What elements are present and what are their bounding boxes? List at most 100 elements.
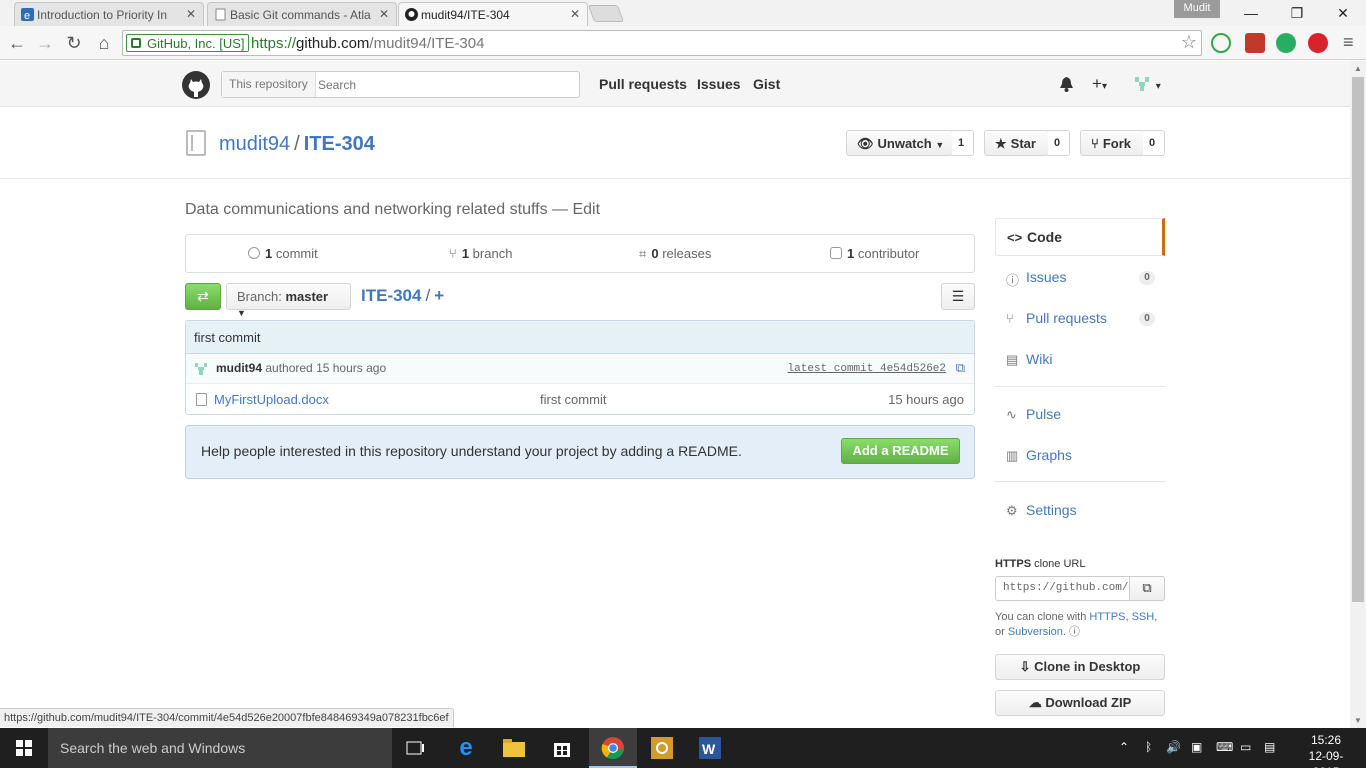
chrome-app-icon[interactable] xyxy=(589,728,637,768)
windows-start-icon[interactable] xyxy=(0,728,48,768)
repo-search[interactable]: This repository xyxy=(221,71,580,98)
scrollbar-thumb[interactable] xyxy=(1352,77,1364,602)
new-tab-button[interactable] xyxy=(587,5,625,22)
help-icon[interactable]: ⓘ xyxy=(1069,626,1080,638)
sidebar-item-graphs[interactable]: ▥ Graphs xyxy=(995,437,1165,475)
add-file-icon[interactable]: + xyxy=(434,286,444,305)
task-view-icon[interactable] xyxy=(392,728,440,768)
commit-title[interactable]: first commit xyxy=(186,321,974,354)
reload-icon[interactable]: ↻ xyxy=(63,32,85,54)
clone-or-text: or xyxy=(995,626,1005,638)
store-icon[interactable] xyxy=(538,728,586,768)
clone-url-input[interactable]: https://github.com/mudit94/ITE-304.git xyxy=(995,576,1130,601)
word-app-icon[interactable]: W xyxy=(686,728,734,768)
compare-button[interactable]: ⇄ xyxy=(185,283,221,310)
branch-select[interactable]: Branch: master ▼ xyxy=(226,283,351,318)
minimize-icon[interactable]: — xyxy=(1228,0,1274,26)
sidebar-item-label: Wiki xyxy=(1026,351,1053,367)
network-icon[interactable]: ▣ xyxy=(1191,740,1202,754)
file-explorer-icon[interactable] xyxy=(490,728,538,768)
author-avatar[interactable] xyxy=(194,361,208,375)
clone-https-link[interactable]: HTTPS xyxy=(1089,611,1125,623)
sidebar-item-settings[interactable]: ⚙ Settings xyxy=(995,492,1165,530)
releases-link[interactable]: ⌗ 0 releases xyxy=(639,246,711,262)
create-new-plus-icon[interactable]: +▾ xyxy=(1092,74,1107,94)
windows-search-box[interactable]: Search the web and Windows xyxy=(48,728,392,768)
nav-pull-requests[interactable]: Pull requests xyxy=(599,76,687,92)
copy-clone-url-button[interactable]: ⧉ xyxy=(1129,576,1165,601)
tab-close-icon[interactable]: ✕ xyxy=(379,7,389,21)
ev-certificate-badge[interactable]: GitHub, Inc. [US] xyxy=(126,34,249,52)
star-count[interactable]: 0 xyxy=(1048,130,1070,156)
notifications-bell-icon[interactable] xyxy=(1059,76,1074,92)
browser-tab[interactable]: e Introduction to Priority In ✕ xyxy=(14,2,204,26)
system-clock[interactable]: 15:26 12-09-2015 xyxy=(1296,732,1356,768)
tag-icon: ⌗ xyxy=(639,246,647,261)
extension-d-icon[interactable] xyxy=(1276,33,1296,53)
clone-in-desktop-button[interactable]: ⇩ Clone in Desktop xyxy=(995,654,1165,680)
restore-icon[interactable]: ❐ xyxy=(1274,0,1320,26)
scroll-down-icon[interactable]: ▼ xyxy=(1354,716,1362,725)
github-octocat-icon[interactable] xyxy=(182,71,210,99)
url-text[interactable]: https://github.com/mudit94/ITE-304 xyxy=(251,35,484,52)
bookmark-star-icon[interactable]: ☆ xyxy=(1181,32,1197,53)
commits-link[interactable]: 1 commit xyxy=(248,246,318,261)
address-bar[interactable]: GitHub, Inc. [US] https://github.com/mud… xyxy=(122,30,1202,56)
branches-link[interactable]: ⑂ 1 branch xyxy=(449,246,512,261)
sidebar-item-wiki[interactable]: ▤ Wiki xyxy=(995,341,1165,379)
home-icon[interactable]: ⌂ xyxy=(93,32,115,54)
download-zip-button[interactable]: ☁ Download ZIP xyxy=(995,690,1165,716)
sidebar-item-pull-requests[interactable]: ⑂ Pull requests 0 xyxy=(995,300,1165,338)
extension-video-icon[interactable] xyxy=(1245,33,1265,53)
clone-ssh-link[interactable]: SSH xyxy=(1132,611,1155,623)
link-status-bar: https://github.com/mudit94/ITE-304/commi… xyxy=(0,708,454,727)
extension-stop-icon[interactable] xyxy=(1308,33,1328,53)
fork-button[interactable]: ⑂ Fork xyxy=(1080,130,1144,156)
commit-author[interactable]: mudit94 xyxy=(216,361,262,375)
profile-badge[interactable]: Mudit xyxy=(1174,0,1220,18)
page-scrollbar[interactable]: ▲ ▼ xyxy=(1350,61,1366,728)
browser-tab-active[interactable]: mudit94/ITE-304 ✕ xyxy=(398,2,588,26)
forward-icon[interactable]: → xyxy=(34,32,56,54)
latest-commit-link[interactable]: latest commit 4e54d526e2 xyxy=(788,363,946,375)
action-center-icon[interactable]: ▤ xyxy=(1264,740,1275,754)
bluetooth-icon[interactable]: ᛒ xyxy=(1145,740,1152,754)
scroll-up-icon[interactable]: ▲ xyxy=(1354,64,1362,73)
tab-close-icon[interactable]: ✕ xyxy=(570,7,580,21)
search-input[interactable] xyxy=(318,75,568,94)
chrome-menu-icon[interactable]: ≡ xyxy=(1343,32,1354,53)
list-view-button[interactable]: ☰ xyxy=(941,283,975,310)
add-readme-button[interactable]: Add a README xyxy=(841,438,960,464)
nav-gist[interactable]: Gist xyxy=(753,76,780,92)
fork-count[interactable]: 0 xyxy=(1143,130,1165,156)
browser-tab[interactable]: Basic Git commands - Atla ✕ xyxy=(207,2,397,26)
close-window-icon[interactable]: ✕ xyxy=(1320,0,1366,26)
file-name-link[interactable]: MyFirstUpload.docx xyxy=(214,392,329,407)
star-button[interactable]: ★ Star xyxy=(984,130,1049,156)
breadcrumb-repo-link[interactable]: ITE-304 xyxy=(361,286,421,305)
sidebar-item-issues[interactable]: ⓘ Issues 0 xyxy=(995,259,1165,297)
repo-owner-link[interactable]: mudit94 xyxy=(219,133,290,155)
nav-issues[interactable]: Issues xyxy=(697,76,741,92)
extension-bolt-icon[interactable] xyxy=(1211,33,1231,53)
user-menu[interactable]: ▾ xyxy=(1133,74,1161,94)
clock-time: 15:26 xyxy=(1310,733,1342,747)
keyboard-icon[interactable]: ⌨ xyxy=(1216,740,1233,754)
edit-description-link[interactable]: — Edit xyxy=(552,201,600,218)
watch-count[interactable]: 1 xyxy=(952,130,974,156)
show-hidden-icons-icon[interactable]: ⌃ xyxy=(1119,740,1129,754)
settings-app-icon[interactable] xyxy=(638,728,686,768)
clipboard-icon[interactable]: ⧉ xyxy=(956,360,965,376)
back-icon[interactable]: ← xyxy=(6,32,28,54)
battery-icon[interactable]: ▭ xyxy=(1240,740,1251,754)
repo-name-link[interactable]: ITE-304 xyxy=(304,133,375,155)
sidebar-item-code[interactable]: <> Code xyxy=(995,218,1165,256)
tab-close-icon[interactable]: ✕ xyxy=(186,7,196,21)
volume-icon[interactable]: 🔊 xyxy=(1166,740,1181,754)
edge-app-icon[interactable]: e xyxy=(442,728,490,768)
contributors-link[interactable]: 1 contributor xyxy=(830,246,919,261)
unwatch-button[interactable]: 👁 Unwatch ▼ xyxy=(846,130,953,156)
sidebar-item-pulse[interactable]: ∿ Pulse xyxy=(995,396,1165,434)
clone-subversion-link[interactable]: Subversion xyxy=(1008,626,1063,638)
file-commit-message[interactable]: first commit xyxy=(540,392,606,407)
